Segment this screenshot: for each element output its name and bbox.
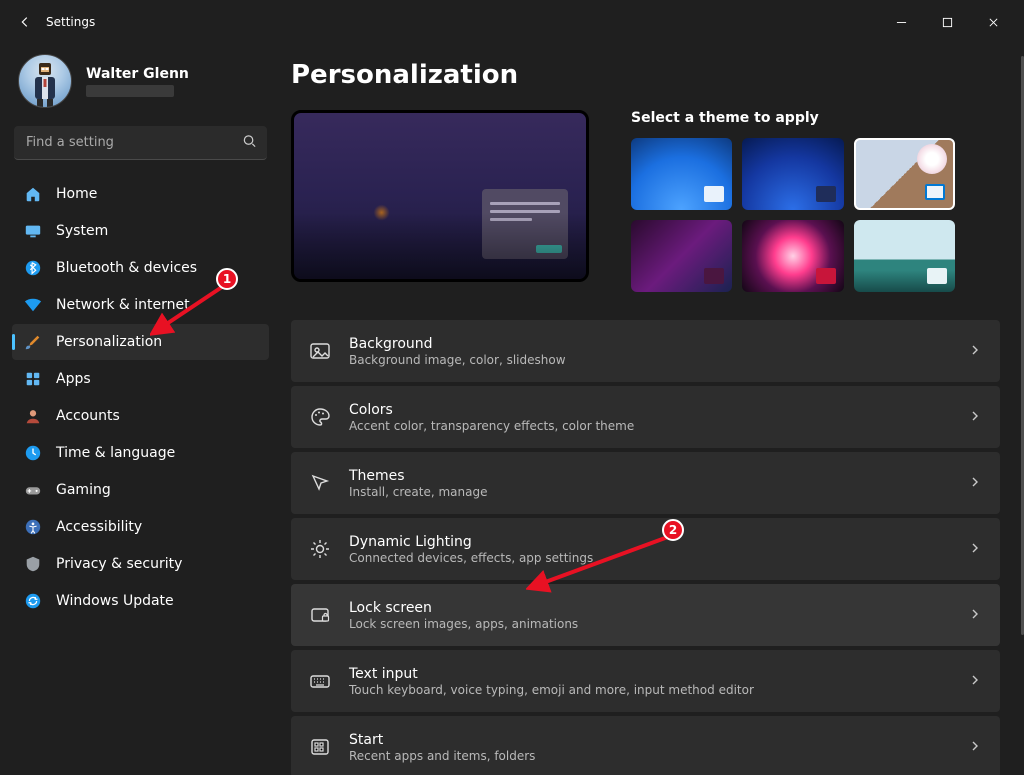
chevron-right-icon [968,672,982,691]
row-title: Colors [349,402,950,418]
themes-icon [309,472,331,494]
sidebar-item-home[interactable]: Home [12,176,269,212]
settings-row-dynamic-lighting[interactable]: Dynamic LightingConnected devices, effec… [291,518,1000,580]
sidebar-item-label: Privacy & security [56,556,182,572]
system-icon [24,222,42,240]
avatar [18,54,72,108]
nav-list: Home System Bluetooth & devices Network & i… [12,176,269,619]
user-subtitle-redacted [86,85,174,97]
home-icon [24,185,42,203]
theme-grid [631,138,955,292]
start-icon [309,736,331,758]
row-desc: Recent apps and items, folders [349,749,950,763]
back-button[interactable] [18,15,32,29]
lock-icon [309,604,331,626]
privacy-icon [24,555,42,573]
settings-row-background[interactable]: BackgroundBackground image, color, slide… [291,320,1000,382]
minimize-button[interactable] [878,6,924,38]
access-icon [24,518,42,536]
chevron-right-icon [968,606,982,625]
settings-row-colors[interactable]: ColorsAccent color, transparency effects… [291,386,1000,448]
close-button[interactable] [970,6,1016,38]
apps-icon [24,370,42,388]
sidebar-item-label: Windows Update [56,593,174,609]
search-input[interactable] [14,126,267,160]
desktop-preview[interactable] [291,110,589,282]
sidebar-item-accounts[interactable]: Accounts [12,398,269,434]
sidebar-item-personalization[interactable]: Personalization [12,324,269,360]
sidebar-item-gaming[interactable]: Gaming [12,472,269,508]
sidebar-item-time-language[interactable]: Time & language [12,435,269,471]
light-icon [309,538,331,560]
settings-list: BackgroundBackground image, color, slide… [291,320,1000,775]
row-title: Dynamic Lighting [349,534,950,550]
sidebar-item-bluetooth-devices[interactable]: Bluetooth & devices [12,250,269,286]
chevron-right-icon [968,408,982,427]
maximize-button[interactable] [924,6,970,38]
theme-option-4[interactable] [631,220,732,292]
sidebar-item-label: Apps [56,371,91,387]
user-name: Walter Glenn [86,66,189,82]
sidebar-item-windows-update[interactable]: Windows Update [12,583,269,619]
row-desc: Install, create, manage [349,485,950,499]
row-title: Background [349,336,950,352]
row-title: Start [349,732,950,748]
sidebar-item-network-internet[interactable]: Network & internet [12,287,269,323]
search-icon [242,134,257,153]
theme-option-6[interactable] [854,220,955,292]
sidebar-item-label: Accessibility [56,519,142,535]
titlebar: Settings [0,0,1024,44]
theme-option-5[interactable] [742,220,843,292]
row-desc: Background image, color, slideshow [349,353,950,367]
search-box[interactable] [14,126,267,160]
theme-option-3[interactable] [854,138,955,210]
settings-row-lock-screen[interactable]: Lock screenLock screen images, apps, ani… [291,584,1000,646]
picture-icon [309,340,331,362]
palette-icon [309,406,331,428]
themes-heading: Select a theme to apply [631,110,1000,126]
sidebar-item-accessibility[interactable]: Accessibility [12,509,269,545]
sidebar-item-label: System [56,223,108,239]
row-desc: Connected devices, effects, app settings [349,551,950,565]
row-title: Text input [349,666,950,682]
row-title: Lock screen [349,600,950,616]
bt-icon [24,259,42,277]
settings-row-themes[interactable]: ThemesInstall, create, manage [291,452,1000,514]
kb-icon [309,670,331,692]
row-desc: Lock screen images, apps, animations [349,617,950,631]
sidebar-item-apps[interactable]: Apps [12,361,269,397]
brush-icon [24,333,42,351]
sidebar-item-label: Accounts [56,408,120,424]
sidebar: Walter Glenn Home System Bluetooth & devic… [0,44,275,775]
sidebar-item-label: Time & language [56,445,175,461]
wifi-icon [24,296,42,314]
sidebar-item-label: Personalization [56,334,162,350]
sidebar-item-label: Network & internet [56,297,190,313]
sidebar-item-privacy-security[interactable]: Privacy & security [12,546,269,582]
sidebar-item-label: Gaming [56,482,111,498]
theme-option-2[interactable] [742,138,843,210]
page-title: Personalization [291,60,1000,90]
row-title: Themes [349,468,950,484]
chevron-right-icon [968,540,982,559]
update-icon [24,592,42,610]
theme-option-1[interactable] [631,138,732,210]
row-desc: Touch keyboard, voice typing, emoji and … [349,683,950,697]
sidebar-item-system[interactable]: System [12,213,269,249]
account-icon [24,407,42,425]
row-desc: Accent color, transparency effects, colo… [349,419,950,433]
gaming-icon [24,481,42,499]
sidebar-item-label: Bluetooth & devices [56,260,197,276]
settings-row-text-input[interactable]: Text inputTouch keyboard, voice typing, … [291,650,1000,712]
chevron-right-icon [968,342,982,361]
window-title: Settings [46,15,95,29]
profile[interactable]: Walter Glenn [12,48,269,122]
chevron-right-icon [968,738,982,757]
time-icon [24,444,42,462]
sidebar-item-label: Home [56,186,97,202]
chevron-right-icon [968,474,982,493]
main-content: Personalization Select a theme to apply … [275,44,1024,775]
settings-row-start[interactable]: StartRecent apps and items, folders [291,716,1000,775]
